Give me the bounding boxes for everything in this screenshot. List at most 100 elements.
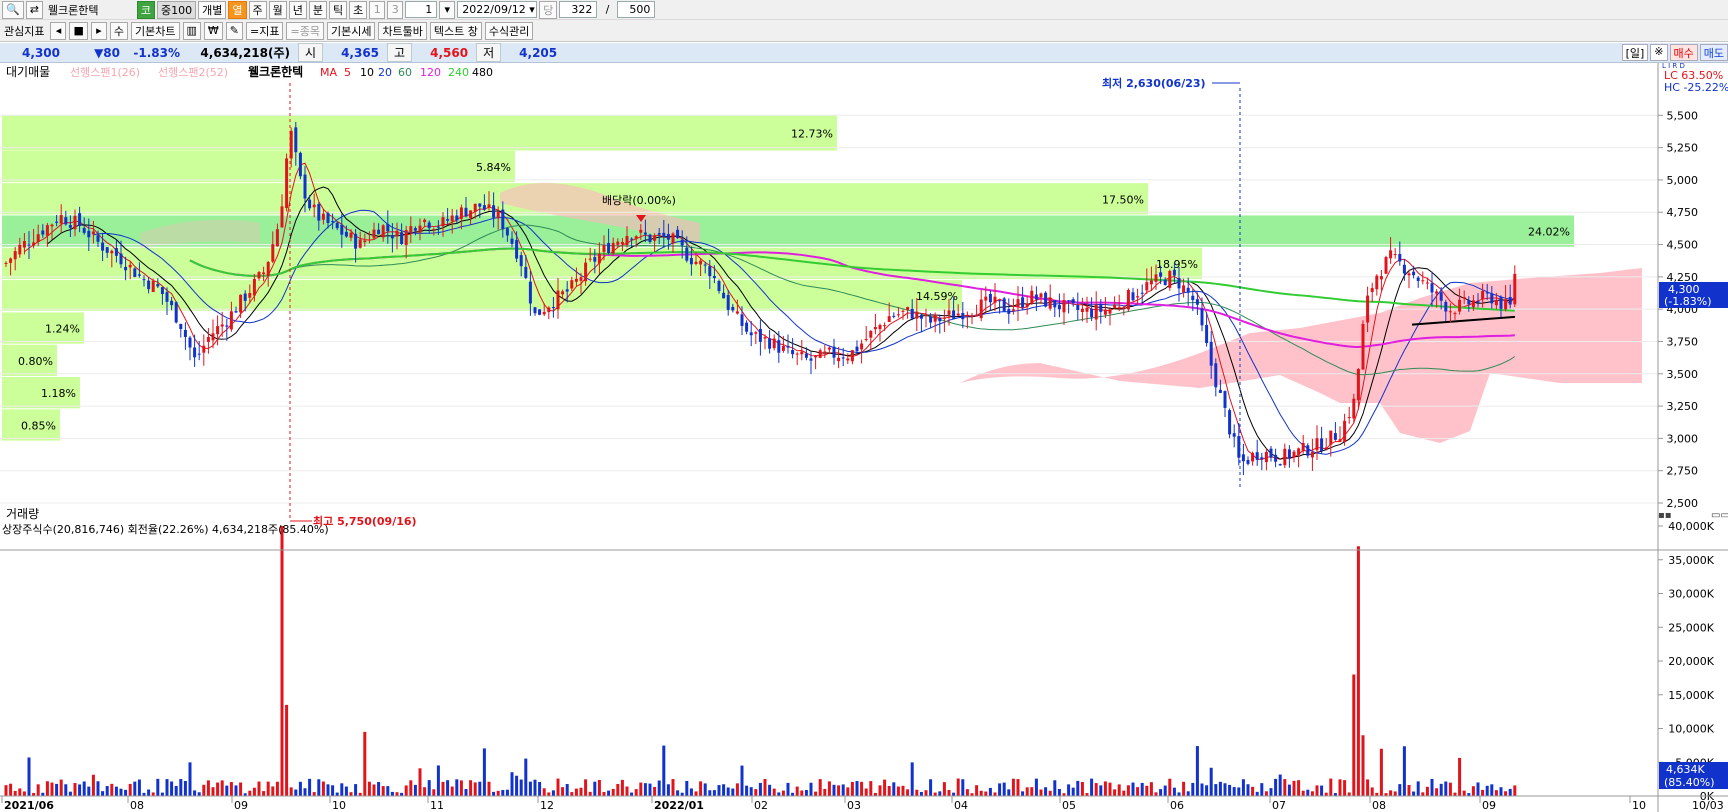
candle-body [4, 262, 8, 264]
volume-profile-label: 24.02% [1528, 226, 1570, 239]
next-icon[interactable]: ▸ [90, 21, 107, 40]
candle-body [216, 326, 220, 335]
dang-button[interactable]: 당 [539, 0, 558, 19]
volume-bar [542, 788, 546, 796]
pane-maximize-icon[interactable]: ▭▭ [1711, 510, 1728, 521]
price-tick-label: 2,750 [1667, 465, 1699, 478]
indicator-button[interactable]: =지표 [246, 21, 284, 40]
volume-bar [1168, 778, 1172, 796]
volume-bar [956, 778, 960, 796]
total-field[interactable]: 500 [617, 1, 656, 18]
candle-body [837, 357, 841, 362]
volume-bar [239, 782, 243, 796]
volume-bar [1269, 788, 1273, 796]
candle-body [777, 340, 781, 353]
legend-ma120[interactable]: 120 [420, 66, 441, 79]
period-tag[interactable]: [일] [1621, 44, 1649, 61]
period-minute-button[interactable]: 분 [308, 0, 328, 19]
candle-body [938, 318, 942, 322]
period-week-button[interactable]: 주 [248, 0, 267, 19]
candle-body [570, 280, 574, 289]
item-button[interactable]: =종목 [286, 21, 324, 40]
basic-quote-button[interactable]: 기본시세 [326, 21, 376, 40]
legend-ma10[interactable]: 10 [360, 66, 374, 79]
candle-body [1145, 282, 1149, 291]
legend-ma480[interactable]: 480 [472, 66, 493, 79]
legend-span1[interactable]: 선행스팬1(26) [70, 66, 140, 79]
basic-chart-button[interactable]: 기본차트 [131, 21, 180, 40]
count-field[interactable]: 322 [559, 1, 598, 18]
volume-bar [892, 782, 896, 796]
chart-legend: 대기매물 선행스팬1(26) 선행스팬2(52) 웰크론한텍 MA 5 10 2… [6, 64, 493, 79]
formula-button[interactable]: 수식관리 [484, 21, 534, 40]
sell-button[interactable]: 매도 [1699, 44, 1728, 61]
volume-bar [1094, 783, 1098, 796]
individual-button[interactable]: 개별 [198, 0, 227, 19]
period-tick-button[interactable]: 틱 [329, 0, 348, 19]
volume-profile-label: 5.84% [476, 161, 511, 174]
price-chart[interactable]: 12.73% 5.84% 17.50% 24.02% 18.95% 14.59% 1.24%… [0, 63, 1728, 812]
volume-bar [285, 704, 289, 796]
chart-toolbar-button[interactable]: 차트툴바 [378, 21, 427, 40]
chevron-down-icon[interactable]: ▾ [439, 0, 456, 19]
interval-3-button[interactable]: 3 [387, 0, 404, 19]
volume-bar [837, 785, 841, 796]
candle-body [142, 279, 146, 281]
stop-icon[interactable]: ■ [69, 21, 88, 40]
candle-body [229, 311, 233, 330]
legend-span2[interactable]: 선행스팬2(52) [158, 66, 228, 79]
interval-1-button[interactable]: 1 [369, 0, 386, 19]
stock-name[interactable]: 웰크론한텍 [45, 1, 135, 19]
period-day-button[interactable]: 열 [228, 0, 247, 19]
candle-body [542, 311, 546, 315]
tool-icon[interactable]: ✎ [225, 21, 244, 40]
refresh-icon[interactable]: ⇄ [25, 0, 43, 19]
candle-body [998, 300, 1002, 302]
number-icon[interactable]: 수 [109, 21, 129, 40]
candle-body [469, 210, 473, 219]
won-icon[interactable]: ₩ [203, 21, 223, 40]
indicators-menu[interactable]: 관심지표 [1, 22, 47, 40]
candle-body [841, 357, 845, 359]
candle-body [303, 174, 307, 199]
period-year-button[interactable]: 년 [288, 0, 307, 19]
time-tick-label: 02 [754, 799, 768, 812]
candle-body [298, 152, 302, 177]
compare-icon[interactable]: ▥ [182, 21, 201, 40]
buy-button[interactable]: 매수 [1669, 44, 1698, 61]
candle-body [1228, 410, 1232, 435]
candle-body [956, 313, 960, 316]
volume-profile-label: 18.95% [1156, 258, 1198, 271]
volume-bar [1462, 790, 1466, 796]
pane-controls-icon[interactable]: ▪▪ [1658, 510, 1672, 521]
period-second-button[interactable]: 초 [349, 0, 368, 19]
prev-icon[interactable]: ◂ [50, 21, 67, 40]
volume-bar [676, 790, 680, 796]
volume-bar [1412, 791, 1416, 796]
text-window-button[interactable]: 텍스트 창 [429, 21, 482, 40]
candle-body [1159, 272, 1163, 277]
volume-bar [689, 788, 693, 796]
period-month-button[interactable]: 월 [268, 0, 287, 19]
settings-icon[interactable]: ※ [1650, 44, 1668, 61]
volume-bar [1002, 782, 1006, 796]
date-field[interactable]: 2022/09/12 ▾ [457, 1, 538, 18]
candle-body [1209, 341, 1213, 366]
legend-stock[interactable]: 웰크론한텍 [248, 64, 303, 79]
candle-body [1094, 304, 1098, 320]
legend-ma5[interactable]: 5 [344, 66, 351, 79]
volume-title[interactable]: 거래량 [6, 507, 39, 521]
legend-ma60[interactable]: 60 [398, 66, 412, 79]
volume-bar [795, 786, 799, 796]
legend-ma20[interactable]: 20 [378, 66, 392, 79]
candle-body [648, 234, 652, 242]
legend-ma-label[interactable]: MA [320, 66, 337, 79]
volume-bar [1366, 779, 1370, 796]
legend-ma240[interactable]: 240 [448, 66, 469, 79]
volume-profile-label: 0.80% [18, 355, 53, 368]
search-icon[interactable]: 🔍 [2, 0, 24, 19]
interval-select[interactable]: 1 [405, 1, 438, 18]
volume-bar [234, 785, 238, 796]
legend-vp[interactable]: 대기매물 [6, 65, 50, 79]
candle-body [1292, 451, 1296, 458]
